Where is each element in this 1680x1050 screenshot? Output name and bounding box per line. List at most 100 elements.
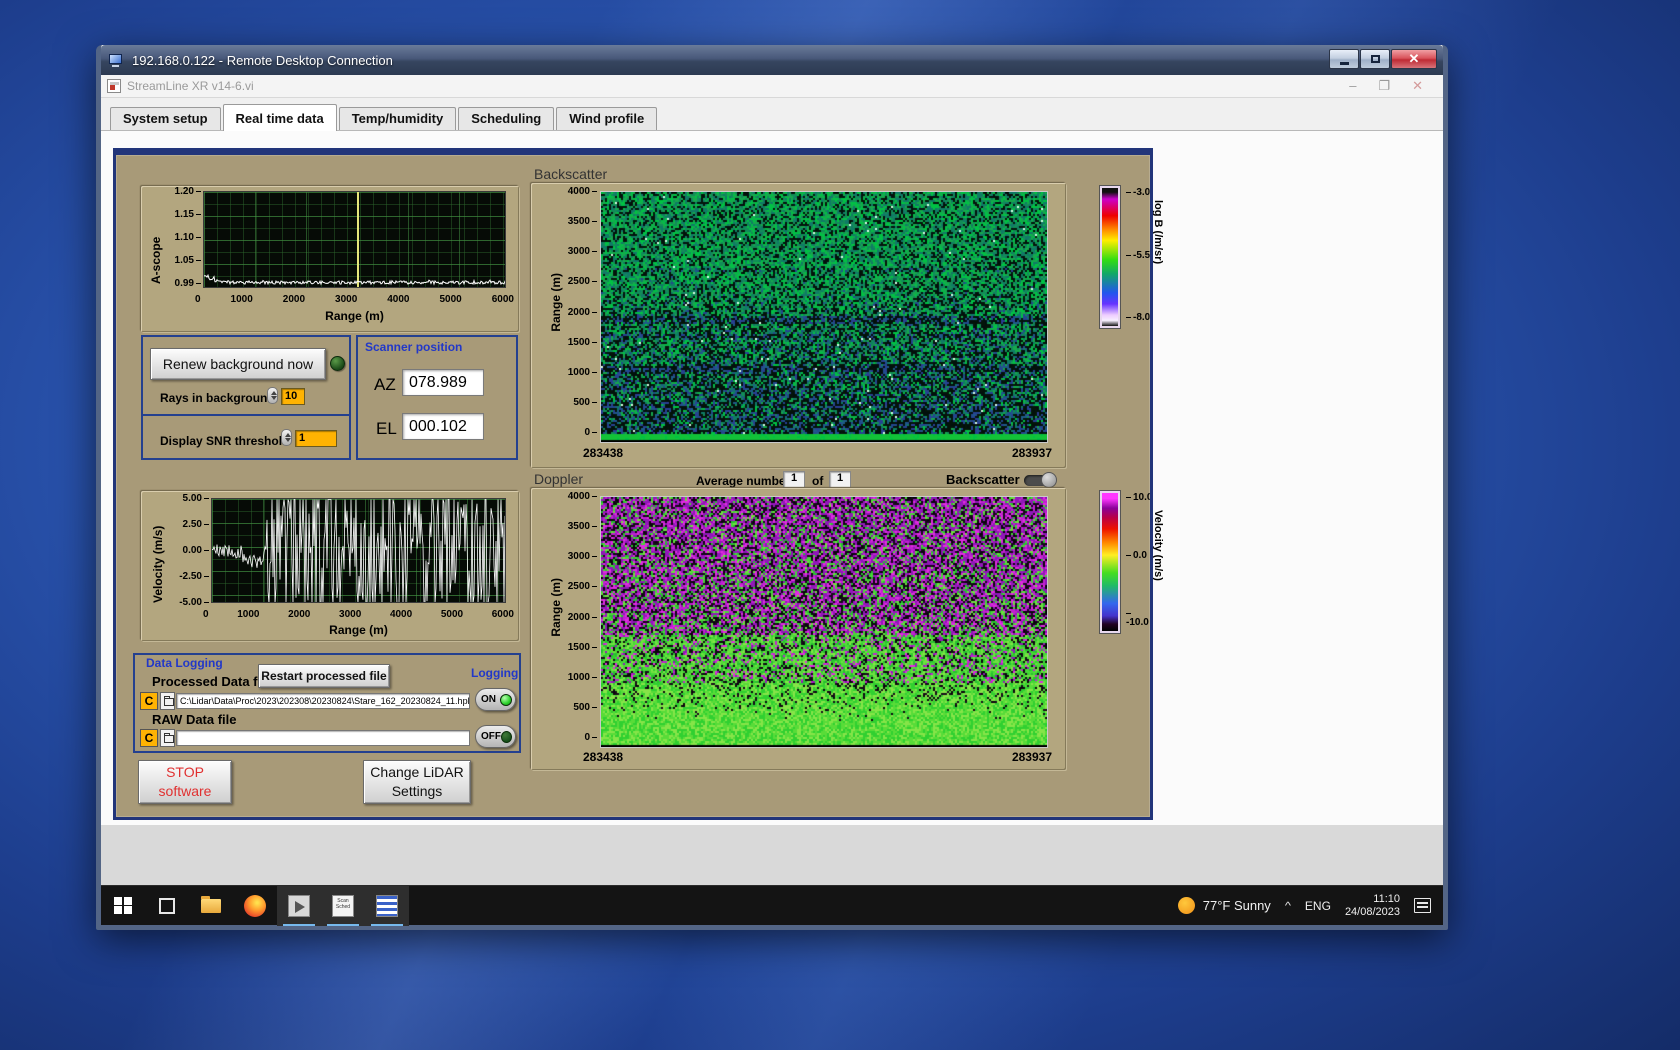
raw-logging-toggle[interactable]: OFF xyxy=(475,725,516,748)
notes-app-icon xyxy=(376,895,398,917)
action-center-icon[interactable] xyxy=(1414,898,1431,913)
streamline-app-icon xyxy=(288,895,310,917)
minimize-icon xyxy=(1340,62,1349,65)
app-titlebar[interactable]: StreamLine XR v14-6.vi – ❐ ✕ xyxy=(101,75,1443,98)
az-value-field: 078.989 xyxy=(402,369,484,396)
raw-path-field[interactable] xyxy=(176,730,470,746)
streamline-app-button[interactable] xyxy=(277,886,321,926)
of-label: of xyxy=(812,474,823,488)
snr-value-field[interactable]: 1 xyxy=(295,430,337,447)
stop-software-button[interactable]: STOP software xyxy=(138,760,232,804)
restart-processed-file-button[interactable]: Restart processed file xyxy=(258,664,390,688)
rdp-window-title: 192.168.0.122 - Remote Desktop Connectio… xyxy=(132,53,393,68)
average-number-field[interactable]: 1 xyxy=(783,471,805,488)
task-view-icon xyxy=(159,898,175,914)
doppler-colorbar xyxy=(1100,491,1120,633)
change-lidar-settings-button[interactable]: Change LiDAR Settings xyxy=(363,760,471,804)
language-indicator[interactable]: ENG xyxy=(1305,899,1331,913)
task-view-button[interactable] xyxy=(145,886,189,926)
snr-spinner[interactable] xyxy=(281,429,292,446)
backscatter-colorbar xyxy=(1100,186,1120,328)
renew-background-led xyxy=(330,356,345,371)
ascope-y-axis-label: A-scope xyxy=(149,200,163,284)
taskbar-clock[interactable]: 11:10 24/08/2023 xyxy=(1345,893,1400,919)
data-logging-box: Data Logging Processed Data file Restart… xyxy=(133,653,521,753)
velocity-y-ticks: 5.002.500.00-2.50-5.00 xyxy=(169,494,209,607)
doppler-x-end: 283937 xyxy=(1012,750,1052,764)
windows-logo-icon xyxy=(114,897,132,915)
backscatter-y-ticks: 40003500300025002000150010005000 xyxy=(561,187,597,437)
rays-spinner[interactable] xyxy=(267,387,278,404)
raw-data-file-label: RAW Data file xyxy=(152,712,237,727)
firefox-button[interactable] xyxy=(233,886,277,926)
backscatter-x-start: 283438 xyxy=(583,446,623,460)
processed-drive-selector[interactable]: C xyxy=(140,692,158,710)
stop-line2: software xyxy=(159,782,212,801)
rdp-minimize-button[interactable] xyxy=(1329,49,1359,69)
logging-label: Logging xyxy=(471,666,518,680)
backscatter-title: Backscatter xyxy=(534,166,607,182)
app-restore-button[interactable]: ❐ xyxy=(1378,78,1390,94)
rays-in-background-label: Rays in background xyxy=(160,391,275,405)
show-hidden-icons-chevron[interactable]: ^ xyxy=(1285,900,1291,912)
scan-schedule-app-icon: ScanSched xyxy=(332,895,354,917)
notes-app-button[interactable] xyxy=(365,886,409,926)
renew-background-button[interactable]: Renew background now xyxy=(150,348,326,380)
file-explorer-button[interactable] xyxy=(189,886,233,926)
ascope-x-axis-label: Range (m) xyxy=(203,309,506,323)
scan-schedule-app-button[interactable]: ScanSched xyxy=(321,886,365,926)
backscatter-heatmap xyxy=(600,191,1048,443)
tab-system-setup[interactable]: System setup xyxy=(110,107,221,130)
settings-line1: Change LiDAR xyxy=(370,763,463,782)
weather-text: 77°F Sunny xyxy=(1203,898,1271,913)
doppler-heatmap xyxy=(600,496,1048,748)
rays-value-field[interactable]: 10 xyxy=(281,388,305,405)
velocity-x-ticks: 0100020003000400050006000 xyxy=(203,609,514,620)
velocity-x-axis-label: Range (m) xyxy=(211,623,506,637)
weather-widget[interactable]: 77°F Sunny xyxy=(1178,897,1271,914)
off-label: OFF xyxy=(481,731,501,742)
average-total-field[interactable]: 1 xyxy=(829,471,851,488)
rdp-titlebar[interactable]: 192.168.0.122 - Remote Desktop Connectio… xyxy=(101,45,1443,75)
ascope-y-ticks: 1.201.151.101.050.99 xyxy=(165,187,201,288)
ascope-plot xyxy=(203,191,506,288)
processed-logging-toggle[interactable]: ON xyxy=(475,688,516,711)
rdp-window: 192.168.0.122 - Remote Desktop Connectio… xyxy=(96,45,1448,930)
scanner-position-title: Scanner position xyxy=(365,340,462,354)
tab-temp-humidity[interactable]: Temp/humidity xyxy=(339,107,456,130)
firefox-icon xyxy=(244,895,266,917)
tab-scheduling[interactable]: Scheduling xyxy=(458,107,554,130)
toggle-knob xyxy=(1041,472,1057,488)
client-area: A-scope 1.201.151.101.050.99 01000200030… xyxy=(101,131,1443,885)
on-label: ON xyxy=(481,694,496,705)
tab-real-time-data[interactable]: Real time data xyxy=(223,104,337,131)
tab-wind-profile[interactable]: Wind profile xyxy=(556,107,657,130)
desktop-wallpaper: 192.168.0.122 - Remote Desktop Connectio… xyxy=(0,0,1680,1050)
average-number-label: Average number xyxy=(696,474,790,488)
start-button[interactable] xyxy=(101,886,145,926)
doppler-y-ticks: 40003500300025002000150010005000 xyxy=(561,492,597,742)
raw-drive-selector[interactable]: C xyxy=(140,729,158,747)
processed-path-field[interactable]: C:\Lidar\Data\Proc\2023\202308\20230824\… xyxy=(176,693,470,709)
app-title: StreamLine XR v14-6.vi xyxy=(127,79,254,93)
stop-line1: STOP xyxy=(166,763,204,782)
el-label: EL xyxy=(376,419,397,439)
taskbar: ScanSched 77°F Sunny ^ ENG 11:10 24/08/2… xyxy=(101,885,1443,925)
backscatter-display-toggle[interactable] xyxy=(1024,475,1054,486)
processed-browse-icon[interactable] xyxy=(160,692,175,710)
settings-line2: Settings xyxy=(392,782,443,801)
app-close-button[interactable]: ✕ xyxy=(1412,78,1423,94)
clock-time: 11:10 xyxy=(1345,893,1400,906)
rdp-maximize-button[interactable] xyxy=(1360,49,1390,69)
rdp-close-button[interactable]: ✕ xyxy=(1391,49,1437,69)
snr-threshold-label: Display SNR threshold xyxy=(160,434,289,448)
clock-date: 24/08/2023 xyxy=(1345,906,1400,919)
velocity-plot xyxy=(211,498,506,603)
doppler-title: Doppler xyxy=(534,471,583,487)
az-label: AZ xyxy=(374,375,396,395)
remote-desktop-screen: StreamLine XR v14-6.vi – ❐ ✕ System setu… xyxy=(101,75,1443,925)
rdp-icon xyxy=(109,54,125,67)
raw-browse-icon[interactable] xyxy=(160,729,175,747)
app-minimize-button[interactable]: – xyxy=(1349,78,1356,94)
client-bottom-strip xyxy=(101,825,1443,885)
